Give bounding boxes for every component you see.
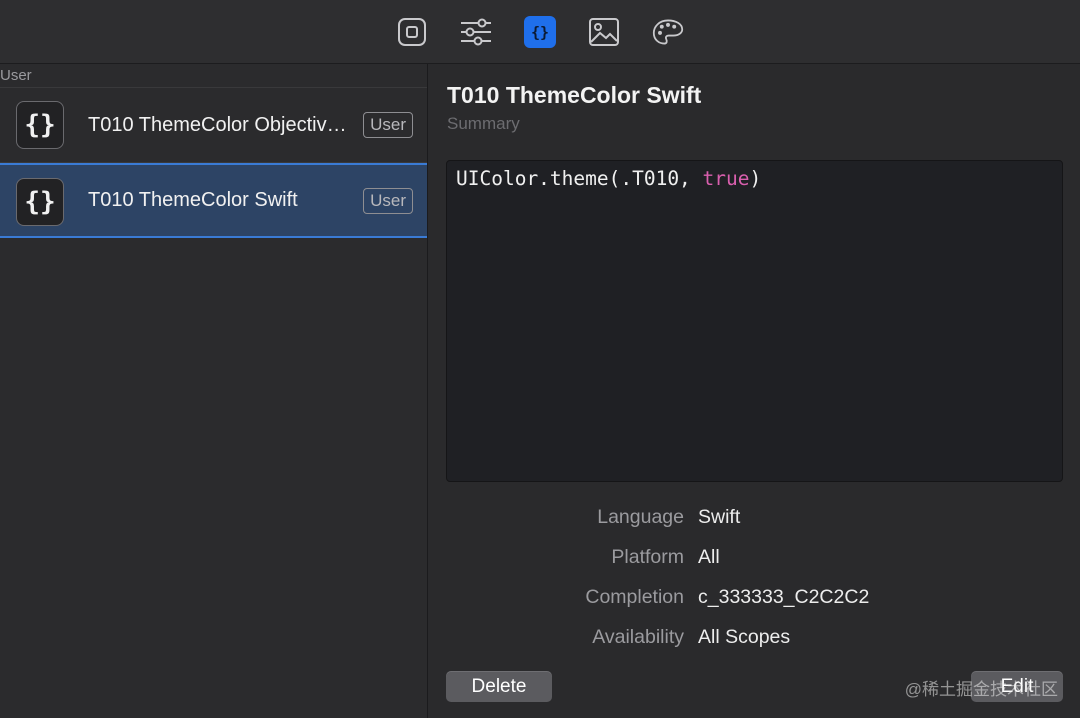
image-icon (589, 17, 619, 46)
code-braces-icon: {} (531, 23, 549, 41)
property-value: All (698, 546, 720, 568)
delete-button[interactable]: Delete (446, 671, 552, 702)
property-value: c_333333_C2C2C2 (698, 586, 870, 608)
snippet-title: T010 ThemeColor Swift (88, 189, 298, 211)
code-text-end: ) (749, 167, 762, 190)
code-snippets-tab[interactable]: {} (524, 15, 556, 48)
property-row-platform: Platform All (429, 544, 1080, 584)
snippets-window: {} User {} T010 ThemeColor Objective-C U… (0, 0, 1080, 718)
property-value: Swift (698, 506, 741, 528)
palette-icon (652, 19, 684, 44)
snippet-title: T010 ThemeColor Objective-C (88, 113, 350, 136)
snippet-scope-badge: User (363, 187, 413, 214)
snippet-item-objc[interactable]: {} T010 ThemeColor Objective-C User (0, 88, 427, 163)
snippet-properties: Language Swift Platform All Completion c… (429, 504, 1080, 664)
snippet-scope-badge: User (363, 112, 413, 138)
file-template-icon (398, 17, 426, 46)
code-text: UIColor.theme(.T010, (456, 167, 703, 190)
property-value: All Scopes (698, 626, 791, 648)
library-toolbar: {} (0, 0, 1080, 64)
svg-text:{}: {} (531, 23, 549, 41)
property-label: Language (597, 506, 684, 528)
snippet-item-swift[interactable]: {} T010 ThemeColor Swift User (0, 163, 427, 238)
media-tab[interactable] (588, 16, 620, 48)
colors-tab[interactable] (652, 16, 684, 48)
property-row-language: Language Swift (429, 504, 1080, 544)
code-keyword: true (702, 167, 750, 190)
sliders-tab[interactable] (460, 16, 492, 48)
snippet-list-pane: User {} T010 ThemeColor Objective-C User… (0, 64, 428, 718)
snippet-summary[interactable]: Summary (447, 114, 520, 134)
property-label: Platform (611, 546, 684, 568)
code-snippet-icon: {} (16, 178, 64, 226)
snippet-detail-pane: T010 ThemeColor Swift Summary UIColor.th… (429, 64, 1080, 718)
code-snippet-icon: {} (16, 101, 64, 149)
sliders-icon (461, 18, 491, 45)
property-row-completion: Completion c_333333_C2C2C2 (429, 584, 1080, 624)
property-label: Completion (585, 586, 684, 608)
property-label: Availability (592, 626, 684, 648)
file-template-tab[interactable] (396, 16, 428, 48)
property-row-availability: Availability All Scopes (429, 624, 1080, 664)
group-label: User (0, 64, 427, 88)
snippet-code-editor[interactable]: UIColor.theme(.T010, true) (446, 160, 1063, 482)
snippet-detail-title: T010 ThemeColor Swift (447, 82, 702, 108)
watermark: @稀土掘金技术社区 (904, 680, 1058, 699)
